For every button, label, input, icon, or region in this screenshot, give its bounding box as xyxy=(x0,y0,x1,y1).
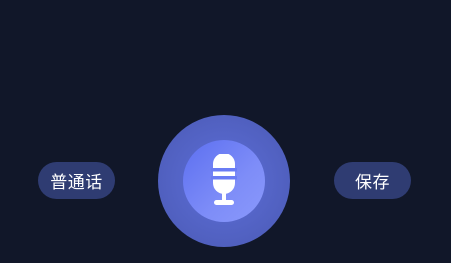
record-button[interactable] xyxy=(158,115,290,247)
language-button-label: 普通话 xyxy=(50,173,103,193)
microphone-icon xyxy=(207,154,241,208)
record-button-core xyxy=(183,140,265,222)
save-button-label: 保存 xyxy=(355,173,390,193)
save-button[interactable]: 保存 xyxy=(334,162,411,199)
language-button[interactable]: 普通话 xyxy=(38,162,115,199)
